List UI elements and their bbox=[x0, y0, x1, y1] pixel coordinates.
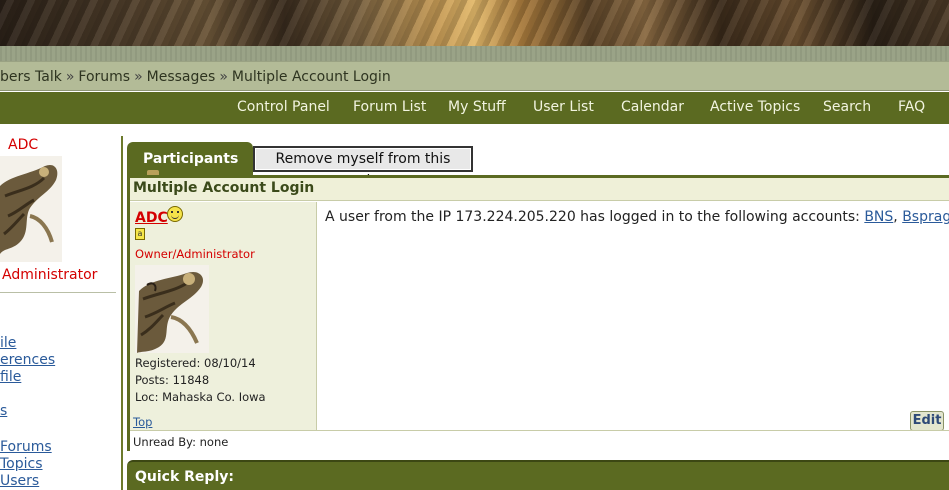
topic-header: Multiple Account Login bbox=[130, 178, 949, 201]
unread-by: Unread By: none bbox=[130, 430, 949, 451]
header-banner-image bbox=[0, 0, 949, 46]
participants-tab[interactable]: Participants bbox=[127, 142, 253, 177]
account-link-bns[interactable]: BNS bbox=[864, 209, 893, 225]
sidebar-divider bbox=[0, 292, 116, 293]
post-author-avatar bbox=[135, 265, 209, 353]
sidebar-link-profile[interactable]: ile bbox=[0, 335, 16, 351]
quick-reply-title: Quick Reply: bbox=[135, 469, 234, 485]
sidebar-link-misc[interactable]: s bbox=[0, 403, 7, 419]
post-author-location: Loc: Mahaska Co. Iowa bbox=[135, 390, 266, 404]
remove-myself-button[interactable]: Remove myself from this topic. bbox=[253, 146, 473, 189]
sidebar-border bbox=[121, 136, 123, 490]
sidebar-link-edit-profile[interactable]: file bbox=[0, 369, 21, 385]
nav-forum-list[interactable]: Forum List bbox=[353, 99, 426, 115]
sidebar-avatar bbox=[0, 156, 62, 262]
message-panel: Multiple Account Login ADC a Owner/Admin… bbox=[127, 175, 949, 451]
smiley-icon bbox=[167, 206, 183, 222]
nav-calendar[interactable]: Calendar bbox=[621, 99, 684, 115]
breadcrumb-item[interactable]: Forums bbox=[78, 69, 130, 85]
topic-title: Multiple Account Login bbox=[133, 180, 315, 196]
breadcrumb-current: Multiple Account Login bbox=[231, 69, 391, 85]
edit-button[interactable]: Edit bbox=[910, 411, 944, 431]
post-author-name[interactable]: ADC bbox=[135, 210, 168, 226]
sidebar-link-preferences[interactable]: erences bbox=[0, 352, 55, 368]
nav-search[interactable]: Search bbox=[823, 99, 871, 115]
post-author-cell: ADC a Owner/Administrator Registered: 08… bbox=[130, 202, 317, 430]
nav-control-panel[interactable]: Control Panel bbox=[237, 99, 330, 115]
post-author-rank: Owner/Administrator bbox=[135, 247, 255, 261]
breadcrumb-bar: bers Talk» Forums» Messages» Multiple Accou… bbox=[0, 61, 949, 91]
nav-my-stuff[interactable]: My Stuff bbox=[448, 99, 506, 115]
nav-active-topics[interactable]: Active Topics bbox=[710, 99, 800, 115]
breadcrumb: bers Talk» Forums» Messages» Multiple Accou… bbox=[0, 69, 391, 85]
post-body: A user from the IP 173.224.205.220 has l… bbox=[325, 209, 949, 225]
breadcrumb-separator: » bbox=[65, 69, 75, 85]
member-badge-icon: a bbox=[135, 228, 145, 240]
post-message-text: A user from the IP 173.224.205.220 has l… bbox=[325, 209, 860, 225]
sidebar-link-users[interactable]: Users bbox=[0, 473, 39, 489]
nav-faq[interactable]: FAQ bbox=[898, 99, 925, 115]
topic-tabs: Participants Remove myself from this top… bbox=[127, 142, 949, 189]
breadcrumb-separator: » bbox=[219, 69, 228, 85]
header-band bbox=[0, 46, 949, 61]
sidebar-link-topics[interactable]: Topics bbox=[0, 456, 43, 472]
nav-user-list[interactable]: User List bbox=[533, 99, 594, 115]
breadcrumb-separator: » bbox=[134, 69, 143, 85]
breadcrumb-item[interactable]: bers Talk bbox=[0, 69, 62, 85]
sidebar-role: Administrator bbox=[2, 267, 98, 283]
user-sidebar: ADC Administrator ile erences file s For… bbox=[0, 136, 120, 490]
main-nav: Control Panel Forum List My Stuff User L… bbox=[0, 92, 949, 124]
post-author-registered: Registered: 08/10/14 bbox=[135, 356, 256, 370]
breadcrumb-item[interactable]: Messages bbox=[147, 69, 216, 85]
quick-reply-header: Quick Reply: bbox=[127, 460, 949, 490]
sidebar-username[interactable]: ADC bbox=[8, 137, 38, 153]
sidebar-link-forums[interactable]: Forums bbox=[0, 439, 52, 455]
post-author-posts: Posts: 11848 bbox=[135, 373, 210, 387]
participants-label: Participants bbox=[143, 151, 239, 167]
top-link[interactable]: Top bbox=[133, 415, 152, 429]
account-link-bsprague[interactable]: Bsprague bbox=[902, 209, 949, 225]
account-separator: , bbox=[893, 209, 898, 225]
